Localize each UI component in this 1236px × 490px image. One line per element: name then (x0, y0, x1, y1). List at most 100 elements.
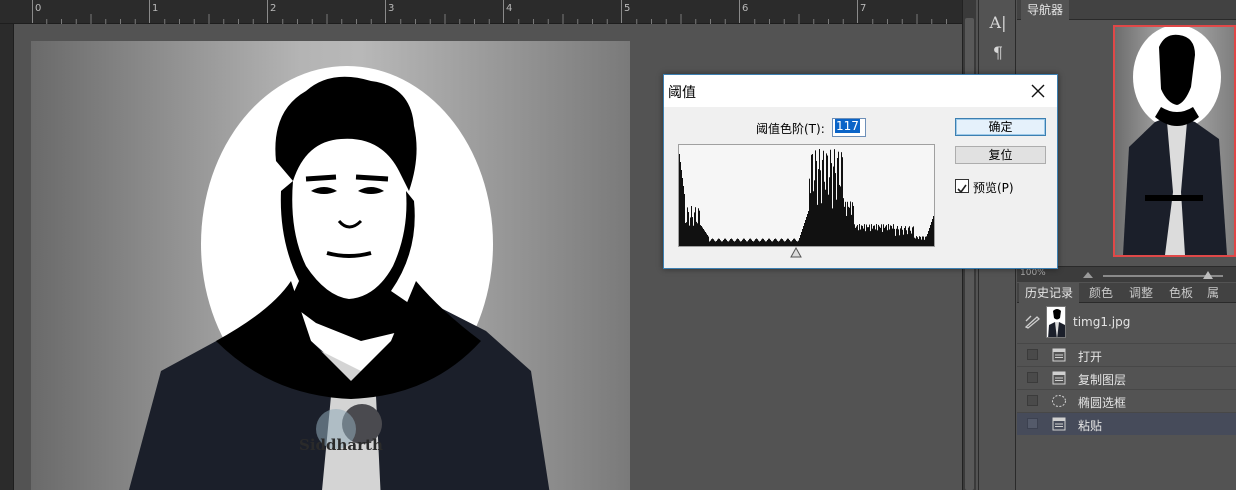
histogram-bar (790, 241, 791, 246)
histogram-bar (775, 238, 776, 246)
threshold-level-input[interactable]: 117 (832, 118, 866, 137)
history-source-checkbox[interactable] (1027, 372, 1038, 383)
histogram-bar (813, 191, 814, 246)
histogram-bar (849, 207, 850, 246)
threshold-slider-triangle[interactable] (790, 247, 802, 258)
histogram-bar (847, 201, 848, 246)
histogram-bar (879, 226, 880, 246)
preview-checkbox[interactable] (955, 179, 969, 194)
horizontal-ruler[interactable]: 0 1 2 3 4 5 6 7 (0, 0, 962, 24)
histogram-bar (904, 227, 905, 246)
histogram-bar (755, 239, 756, 246)
histogram-bar (888, 224, 889, 246)
histogram-bar (708, 236, 709, 246)
zoom-slider-thumb[interactable] (1203, 269, 1213, 279)
history-item[interactable]: 打开 (1017, 343, 1236, 366)
histogram-bar (685, 222, 686, 246)
close-button[interactable] (1026, 79, 1050, 103)
navigator-view-box[interactable] (1113, 25, 1236, 257)
histogram-bar (682, 178, 683, 246)
histogram-bar (705, 232, 706, 246)
histogram-bar (767, 239, 768, 246)
histogram-bar (696, 221, 697, 246)
histogram-bar (875, 229, 876, 246)
history-source-checkbox[interactable] (1027, 395, 1038, 406)
histogram-bar (718, 238, 719, 246)
histogram-bar (732, 239, 733, 246)
tab-properties[interactable]: 属性 (1201, 283, 1236, 320)
reset-button[interactable]: 复位 (955, 146, 1046, 164)
history-item[interactable]: 椭圆选框 (1017, 389, 1236, 412)
histogram-bar (760, 240, 761, 246)
document-canvas[interactable]: Siddharth (31, 41, 630, 490)
histogram-bar (730, 238, 731, 246)
history-brush-source-icon[interactable] (1025, 315, 1041, 329)
histogram-bar (748, 240, 749, 246)
histogram-bar (772, 241, 773, 246)
ellipse-marquee-icon (1052, 395, 1066, 407)
histogram-bar (710, 240, 711, 246)
history-source-checkbox[interactable] (1027, 418, 1038, 429)
histogram-bar (751, 239, 752, 246)
paragraph-panel-icon[interactable]: ¶ (985, 40, 1011, 66)
tab-swatches[interactable]: 色板 (1163, 283, 1199, 303)
histogram-bar (735, 240, 736, 246)
histogram-bar (839, 184, 840, 246)
histogram-bar (924, 239, 925, 246)
zoom-out-icon[interactable] (1083, 270, 1093, 278)
histogram-bar (763, 238, 764, 246)
histogram-bar (886, 224, 887, 246)
histogram-bar (915, 238, 916, 246)
histogram-bar (835, 173, 836, 246)
tab-navigator[interactable]: 导航器 (1021, 0, 1070, 20)
histogram-bar (901, 226, 902, 246)
histogram-bar (854, 224, 855, 246)
histogram-bar (794, 238, 795, 246)
preview-label[interactable]: 预览(P) (973, 179, 1014, 196)
histogram-bar (925, 236, 926, 246)
histogram-bar (914, 237, 915, 246)
history-item[interactable]: 复制图层 (1017, 366, 1236, 389)
histogram-bar (694, 212, 695, 246)
tab-color[interactable]: 颜色 (1083, 283, 1119, 303)
histogram-bar (709, 241, 710, 246)
histogram-bar (753, 241, 754, 246)
history-item-selected[interactable]: 粘贴 (1017, 412, 1236, 435)
threshold-portrait-artwork: Siddharth (128, 66, 550, 490)
histogram-bar (896, 228, 897, 246)
histogram-bar (762, 238, 763, 246)
histogram-bar (774, 238, 775, 246)
tab-adjustments[interactable]: 调整 (1123, 283, 1159, 303)
right-brow (355, 174, 389, 182)
histogram-bar (738, 239, 739, 246)
histogram-bar (773, 240, 774, 246)
character-panel-icon[interactable]: A| (985, 10, 1011, 36)
histogram-bar (857, 224, 858, 246)
histogram-bar (922, 236, 923, 246)
history-snapshot[interactable]: timg1.jpg (1017, 304, 1236, 340)
dialog-titlebar[interactable]: 阈值 (664, 75, 1057, 107)
histogram-bar (776, 239, 777, 246)
history-item-label: 复制图层 (1078, 373, 1127, 387)
histogram-bar (841, 152, 842, 246)
histogram-bar (722, 241, 723, 246)
histogram-bar (816, 160, 817, 246)
histogram-bar (864, 224, 865, 246)
histogram-bar (785, 241, 786, 246)
histogram-bar (720, 240, 721, 246)
histogram-bar (933, 216, 934, 246)
tab-history[interactable]: 历史记录 (1019, 283, 1080, 303)
vertical-ruler[interactable] (0, 24, 14, 490)
histogram-bar (739, 240, 740, 246)
histogram-bar (713, 239, 714, 246)
histogram-bar (912, 227, 913, 246)
histogram-bar (700, 225, 701, 246)
histogram-bar (825, 189, 826, 246)
history-source-checkbox[interactable] (1027, 349, 1038, 360)
ok-button[interactable]: 确定 (955, 118, 1046, 136)
zoom-level: 100% (1020, 268, 1046, 278)
histogram-bar (921, 239, 922, 246)
histogram-bar (842, 157, 843, 246)
histogram-bar (856, 226, 857, 246)
histogram-bar (745, 240, 746, 246)
